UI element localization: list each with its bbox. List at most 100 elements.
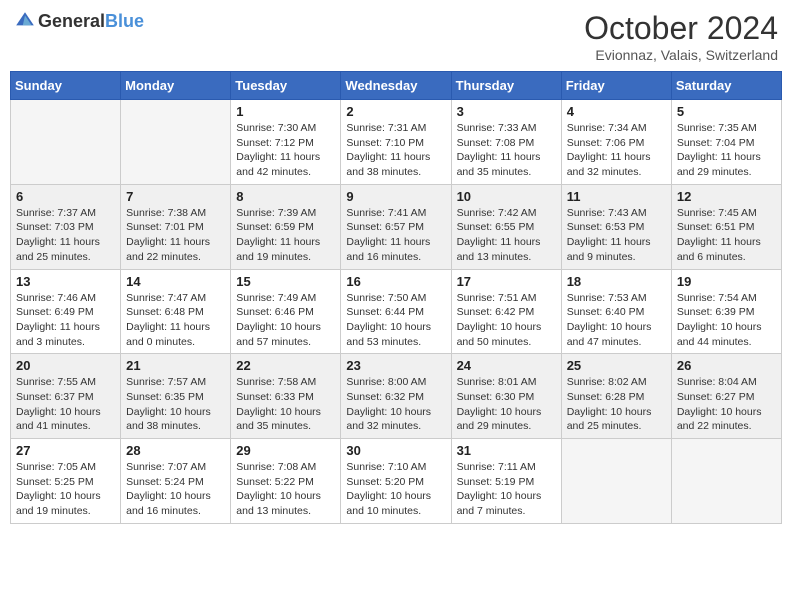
logo: GeneralBlue	[14, 10, 144, 32]
day-number: 6	[16, 189, 115, 204]
calendar-cell: 30 Sunrise: 7:10 AMSunset: 5:20 PMDayligh…	[341, 439, 451, 524]
day-number: 13	[16, 274, 115, 289]
day-info: Sunrise: 7:37 AMSunset: 7:03 PMDaylight:…	[16, 206, 115, 265]
weekday-header-thursday: Thursday	[451, 72, 561, 100]
day-info: Sunrise: 7:10 AMSunset: 5:20 PMDaylight:…	[346, 460, 445, 519]
calendar-cell: 8Sunrise: 7:39 AMSunset: 6:59 PMDaylight…	[231, 184, 341, 269]
calendar-cell: 7 Sunrise: 7:38 AMSunset: 7:01 PMDaylight…	[121, 184, 231, 269]
day-number: 7	[126, 189, 225, 204]
day-number: 5	[677, 104, 776, 119]
logo-blue-text: Blue	[105, 11, 144, 31]
day-info: Sunrise: 7:11 AMSunset: 5:19 PMDaylight:…	[457, 460, 556, 519]
calendar-cell: 26Sunrise: 8:04 AMSunset: 6:27 PMDayligh…	[671, 354, 781, 439]
calendar-cell: 24 Sunrise: 8:01 AMSunset: 6:30 PMDayligh…	[451, 354, 561, 439]
calendar-cell: 1 Sunrise: 7:30 AMSunset: 7:12 PMDaylight…	[231, 100, 341, 185]
calendar-week-row: 1 Sunrise: 7:30 AMSunset: 7:12 PMDaylight…	[11, 100, 782, 185]
day-info: Sunrise: 7:08 AMSunset: 5:22 PMDaylight:…	[236, 460, 335, 519]
day-number: 24	[457, 358, 556, 373]
calendar-cell: 10 Sunrise: 7:42 AMSunset: 6:55 PMDayligh…	[451, 184, 561, 269]
day-info: Sunrise: 7:39 AMSunset: 6:59 PMDaylight:…	[236, 206, 335, 265]
day-info: Sunrise: 8:01 AMSunset: 6:30 PMDaylight:…	[457, 375, 556, 434]
day-info: Sunrise: 7:42 AMSunset: 6:55 PMDaylight:…	[457, 206, 556, 265]
logo-icon	[14, 10, 36, 32]
day-info: Sunrise: 7:07 AMSunset: 5:24 PMDaylight:…	[126, 460, 225, 519]
calendar-cell	[11, 100, 121, 185]
day-info: Sunrise: 7:46 AMSunset: 6:49 PMDaylight:…	[16, 291, 115, 350]
day-number: 28	[126, 443, 225, 458]
calendar-cell: 29 Sunrise: 7:08 AMSunset: 5:22 PMDayligh…	[231, 439, 341, 524]
day-number: 22	[236, 358, 335, 373]
calendar-cell: 13 Sunrise: 7:46 AMSunset: 6:49 PMDayligh…	[11, 269, 121, 354]
calendar-cell: 12 Sunrise: 7:45 AMSunset: 6:51 PMDayligh…	[671, 184, 781, 269]
calendar-cell: 28 Sunrise: 7:07 AMSunset: 5:24 PMDayligh…	[121, 439, 231, 524]
day-number: 9	[346, 189, 445, 204]
calendar-cell	[121, 100, 231, 185]
day-number: 14	[126, 274, 225, 289]
day-info: Sunrise: 7:31 AMSunset: 7:10 PMDaylight:…	[346, 121, 445, 180]
day-number: 21	[126, 358, 225, 373]
day-info: Sunrise: 7:35 AMSunset: 7:04 PMDaylight:…	[677, 121, 776, 180]
day-number: 17	[457, 274, 556, 289]
location-text: Evionnaz, Valais, Switzerland	[584, 47, 778, 63]
day-info: Sunrise: 7:58 AMSunset: 6:33 PMDaylight:…	[236, 375, 335, 434]
day-info: Sunrise: 7:55 AMSunset: 6:37 PMDaylight:…	[16, 375, 115, 434]
day-info: Sunrise: 7:53 AMSunset: 6:40 PMDaylight:…	[567, 291, 666, 350]
calendar-cell: 25Sunrise: 8:02 AMSunset: 6:28 PMDayligh…	[561, 354, 671, 439]
day-number: 23	[346, 358, 445, 373]
calendar-cell: 19 Sunrise: 7:54 AMSunset: 6:39 PMDayligh…	[671, 269, 781, 354]
day-number: 18	[567, 274, 666, 289]
day-info: Sunrise: 8:00 AMSunset: 6:32 PMDaylight:…	[346, 375, 445, 434]
calendar-table: SundayMondayTuesdayWednesdayThursdayFrid…	[10, 71, 782, 524]
calendar-cell: 3 Sunrise: 7:33 AMSunset: 7:08 PMDaylight…	[451, 100, 561, 185]
day-number: 19	[677, 274, 776, 289]
calendar-week-row: 27 Sunrise: 7:05 AMSunset: 5:25 PMDayligh…	[11, 439, 782, 524]
calendar-cell: 27 Sunrise: 7:05 AMSunset: 5:25 PMDayligh…	[11, 439, 121, 524]
day-info: Sunrise: 7:38 AMSunset: 7:01 PMDaylight:…	[126, 206, 225, 265]
day-info: Sunrise: 7:43 AMSunset: 6:53 PMDaylight:…	[567, 206, 666, 265]
calendar-cell: 14 Sunrise: 7:47 AMSunset: 6:48 PMDayligh…	[121, 269, 231, 354]
day-info: Sunrise: 8:04 AMSunset: 6:27 PMDaylight:…	[677, 375, 776, 434]
day-info: Sunrise: 7:30 AMSunset: 7:12 PMDaylight:…	[236, 121, 335, 180]
calendar-cell: 11Sunrise: 7:43 AMSunset: 6:53 PMDayligh…	[561, 184, 671, 269]
calendar-cell: 9Sunrise: 7:41 AMSunset: 6:57 PMDaylight…	[341, 184, 451, 269]
day-number: 10	[457, 189, 556, 204]
day-number: 20	[16, 358, 115, 373]
day-number: 1	[236, 104, 335, 119]
day-number: 31	[457, 443, 556, 458]
page-header: GeneralBlue October 2024 Evionnaz, Valai…	[10, 10, 782, 63]
calendar-cell	[671, 439, 781, 524]
calendar-cell: 5 Sunrise: 7:35 AMSunset: 7:04 PMDaylight…	[671, 100, 781, 185]
weekday-header-wednesday: Wednesday	[341, 72, 451, 100]
logo-general-text: General	[38, 11, 105, 31]
title-area: October 2024 Evionnaz, Valais, Switzerla…	[584, 10, 778, 63]
day-info: Sunrise: 7:45 AMSunset: 6:51 PMDaylight:…	[677, 206, 776, 265]
day-info: Sunrise: 7:47 AMSunset: 6:48 PMDaylight:…	[126, 291, 225, 350]
day-number: 3	[457, 104, 556, 119]
day-info: Sunrise: 7:34 AMSunset: 7:06 PMDaylight:…	[567, 121, 666, 180]
calendar-week-row: 13 Sunrise: 7:46 AMSunset: 6:49 PMDayligh…	[11, 269, 782, 354]
calendar-cell: 20 Sunrise: 7:55 AMSunset: 6:37 PMDayligh…	[11, 354, 121, 439]
calendar-cell: 6 Sunrise: 7:37 AMSunset: 7:03 PMDaylight…	[11, 184, 121, 269]
calendar-cell: 17Sunrise: 7:51 AMSunset: 6:42 PMDayligh…	[451, 269, 561, 354]
weekday-header-saturday: Saturday	[671, 72, 781, 100]
day-info: Sunrise: 7:57 AMSunset: 6:35 PMDaylight:…	[126, 375, 225, 434]
day-number: 12	[677, 189, 776, 204]
day-info: Sunrise: 7:54 AMSunset: 6:39 PMDaylight:…	[677, 291, 776, 350]
calendar-cell: 21 Sunrise: 7:57 AMSunset: 6:35 PMDayligh…	[121, 354, 231, 439]
day-number: 27	[16, 443, 115, 458]
day-number: 2	[346, 104, 445, 119]
weekday-header-sunday: Sunday	[11, 72, 121, 100]
calendar-cell: 23 Sunrise: 8:00 AMSunset: 6:32 PMDayligh…	[341, 354, 451, 439]
calendar-cell: 18 Sunrise: 7:53 AMSunset: 6:40 PMDayligh…	[561, 269, 671, 354]
day-number: 30	[346, 443, 445, 458]
calendar-cell	[561, 439, 671, 524]
day-number: 29	[236, 443, 335, 458]
calendar-cell: 16Sunrise: 7:50 AMSunset: 6:44 PMDayligh…	[341, 269, 451, 354]
day-info: Sunrise: 7:33 AMSunset: 7:08 PMDaylight:…	[457, 121, 556, 180]
day-info: Sunrise: 7:05 AMSunset: 5:25 PMDaylight:…	[16, 460, 115, 519]
day-number: 16	[346, 274, 445, 289]
weekday-header-friday: Friday	[561, 72, 671, 100]
calendar-cell: 4Sunrise: 7:34 AMSunset: 7:06 PMDaylight…	[561, 100, 671, 185]
calendar-week-row: 20 Sunrise: 7:55 AMSunset: 6:37 PMDayligh…	[11, 354, 782, 439]
day-info: Sunrise: 8:02 AMSunset: 6:28 PMDaylight:…	[567, 375, 666, 434]
